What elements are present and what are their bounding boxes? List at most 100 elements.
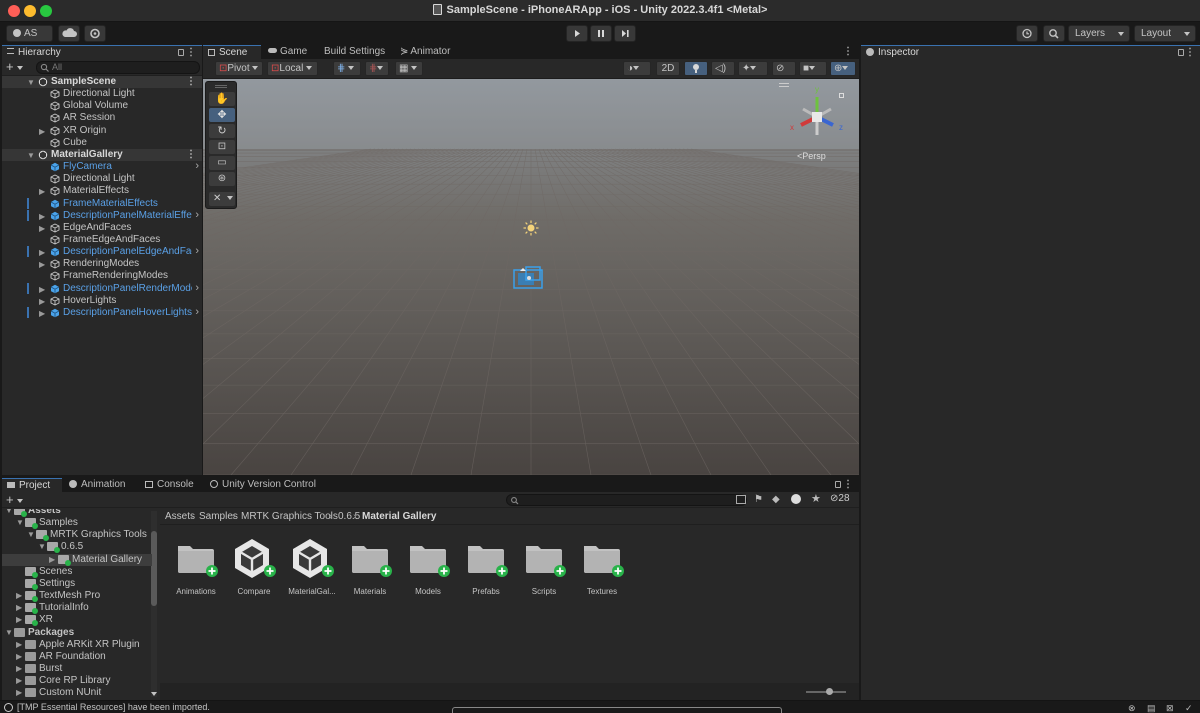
create-asset-button[interactable]: + <box>6 492 23 507</box>
increment-snap-button[interactable]: ⋕ <box>365 61 389 76</box>
asset-tile[interactable]: Compare <box>225 537 283 596</box>
collapse-arrow-icon[interactable]: ▼ <box>5 509 13 517</box>
transform-tool-button[interactable]: ⊛ <box>209 172 235 186</box>
view-menu-icon[interactable] <box>779 83 789 87</box>
hand-tool-button[interactable]: ✋ <box>209 92 235 106</box>
tab-animation[interactable]: Animation <box>64 478 130 492</box>
favorite-icon[interactable]: ★ <box>811 492 821 505</box>
projection-toggle[interactable]: <Persp <box>797 151 826 161</box>
tab-unity-version-control[interactable]: Unity Version Control <box>205 478 321 492</box>
grid-visibility-button[interactable]: ▦ <box>395 61 423 76</box>
info-toggle-icon[interactable] <box>791 494 801 504</box>
create-menu-button[interactable]: + <box>6 59 23 75</box>
check-icon[interactable]: ✓ <box>1185 702 1193 713</box>
hierarchy-item[interactable]: Directional Light <box>2 88 202 100</box>
hierarchy-item[interactable]: Directional Light <box>2 173 202 185</box>
cloud-button[interactable] <box>58 25 80 42</box>
hierarchy-item[interactable]: ▶ RenderingModes <box>2 258 202 270</box>
network-icon[interactable]: ⊗ <box>1128 702 1136 713</box>
gizmos-dropdown[interactable]: ⊕ <box>830 61 856 76</box>
status-message[interactable]: [TMP Essential Resources] have been impo… <box>17 701 210 713</box>
hierarchy-item[interactable]: ▶ DescriptionPanelEdgeAndFac › <box>2 245 202 258</box>
folder-tree-item[interactable]: ▶ TutorialInfo <box>2 602 152 615</box>
hierarchy-item[interactable]: ▶ DescriptionPanelRenderMode › <box>2 282 202 295</box>
debug-icon[interactable]: ⊠ <box>1166 702 1174 713</box>
package-tree-item[interactable]: ▶ Core RP Library <box>2 675 152 687</box>
undo-history-button[interactable] <box>1016 25 1038 42</box>
collab-button[interactable] <box>84 25 106 42</box>
orientation-gizmo[interactable]: y x z <box>787 85 847 147</box>
icon-size-slider[interactable] <box>806 688 846 695</box>
search-by-type-icon[interactable] <box>736 495 746 504</box>
hierarchy-item[interactable]: Global Volume <box>2 100 202 112</box>
expand-arrow-icon[interactable]: ▶ <box>16 614 22 626</box>
scene-menu-icon[interactable]: ⋮ <box>186 76 196 88</box>
package-tree-item[interactable]: ▶ Burst <box>2 663 152 675</box>
asset-tile[interactable]: Animations <box>167 537 225 596</box>
tab-project[interactable]: Project <box>2 478 62 492</box>
tab-console[interactable]: Console <box>140 478 199 492</box>
more-menu-icon[interactable]: ⋮ <box>843 478 853 492</box>
expand-arrow-icon[interactable]: ▶ <box>16 602 22 614</box>
scene-camera-dropdown[interactable]: ■ <box>799 61 827 76</box>
search-by-label-icon[interactable]: ⚑ <box>754 494 763 505</box>
collapse-arrow-icon[interactable]: ▼ <box>16 517 24 529</box>
package-tree-item[interactable]: ▶ Apple ARKit XR Plugin <box>2 639 152 651</box>
folder-tree-item[interactable]: ▼ Assets <box>2 509 152 517</box>
custom-tool-button[interactable]: ✕ <box>209 192 235 206</box>
hierarchy-item[interactable]: FrameMaterialEffects <box>2 197 202 210</box>
tag-icon[interactable]: ◆ <box>772 494 780 505</box>
expand-arrow-icon[interactable]: ▶ <box>39 308 45 320</box>
sun-light-icon[interactable] <box>523 220 539 236</box>
open-prefab-arrow-icon[interactable]: › <box>195 282 199 294</box>
step-button[interactable] <box>614 25 636 42</box>
lighting-toggle[interactable] <box>684 61 708 76</box>
more-menu-icon[interactable]: ⋮ <box>186 46 196 60</box>
collapse-arrow-icon[interactable]: ▼ <box>5 627 13 639</box>
asset-tile[interactable]: Models <box>399 537 457 596</box>
folder-tree-item[interactable]: ▶ XR <box>2 614 152 627</box>
shading-mode-dropdown[interactable]: ◑ <box>623 61 651 76</box>
more-menu-icon[interactable]: ⋮ <box>843 45 853 59</box>
expand-arrow-icon[interactable]: ▶ <box>16 687 22 699</box>
tab-animator[interactable]: ⋟ Animator <box>395 45 455 59</box>
asset-tile[interactable]: Textures <box>573 537 631 596</box>
tab-hierarchy[interactable]: Hierarchy ⋮ <box>2 45 202 59</box>
package-tree-item[interactable]: ▶ AR Foundation <box>2 651 152 663</box>
open-prefab-arrow-icon[interactable]: › <box>195 160 199 172</box>
breadcrumb-item[interactable]: Material Gallery <box>362 509 436 525</box>
folder-tree-item[interactable]: ▼ Samples <box>2 517 152 530</box>
package-tree-item[interactable]: ▶ Custom NUnit <box>2 687 152 699</box>
asset-tile[interactable]: Scripts <box>515 537 573 596</box>
project-search-input[interactable] <box>506 494 747 506</box>
local-dropdown[interactable]: ⊡Local <box>267 61 318 76</box>
move-tool-button[interactable]: ✥ <box>209 108 235 122</box>
asset-tile[interactable]: Prefabs <box>457 537 515 596</box>
layout-dropdown[interactable]: Layout <box>1134 25 1196 42</box>
hierarchy-item[interactable]: ▶ MaterialEffects <box>2 185 202 197</box>
expand-arrow-icon[interactable]: ▶ <box>16 663 22 675</box>
hidden-packages-toggle[interactable]: ⊘28 <box>830 493 850 504</box>
tab-scene[interactable]: Scene <box>203 45 261 59</box>
folder-tree-item[interactable]: ▼ 0.6.5 <box>2 541 152 554</box>
folder-tree-item[interactable]: ▶ Material Gallery <box>2 553 152 566</box>
open-prefab-arrow-icon[interactable]: › <box>195 209 199 221</box>
folder-tree-item[interactable]: ▶ TextMesh Pro <box>2 590 152 603</box>
hierarchy-scene-row[interactable]: ▼ SampleScene ⋮ <box>2 76 202 88</box>
hierarchy-item[interactable]: ▶ EdgeAndFaces <box>2 222 202 234</box>
collapse-arrow-icon[interactable]: ▼ <box>27 529 35 541</box>
folder-tree-item[interactable]: Settings <box>2 578 152 590</box>
lock-icon[interactable] <box>835 481 841 488</box>
audio-toggle[interactable]: ◁) <box>711 61 735 76</box>
hierarchy-item[interactable]: ▶ DescriptionPanelHoverLights › <box>2 306 202 320</box>
hidden-objects-toggle[interactable]: ⊘ <box>772 61 796 76</box>
hierarchy-item[interactable]: ▶ DescriptionPanelMaterialEffec › <box>2 209 202 222</box>
breadcrumb-item[interactable]: MRTK Graphics Tools <box>241 509 338 525</box>
expand-arrow-icon[interactable]: ▶ <box>16 639 22 651</box>
pause-button[interactable] <box>590 25 612 42</box>
account-dropdown[interactable]: AS <box>6 25 53 50</box>
package-tree-item[interactable]: ▼ Packages <box>2 627 152 639</box>
collapse-arrow-icon[interactable]: ▼ <box>38 541 46 553</box>
rect-tool-button[interactable]: ▭ <box>209 156 235 170</box>
grid-snap-button[interactable]: ⋕ <box>333 61 361 76</box>
